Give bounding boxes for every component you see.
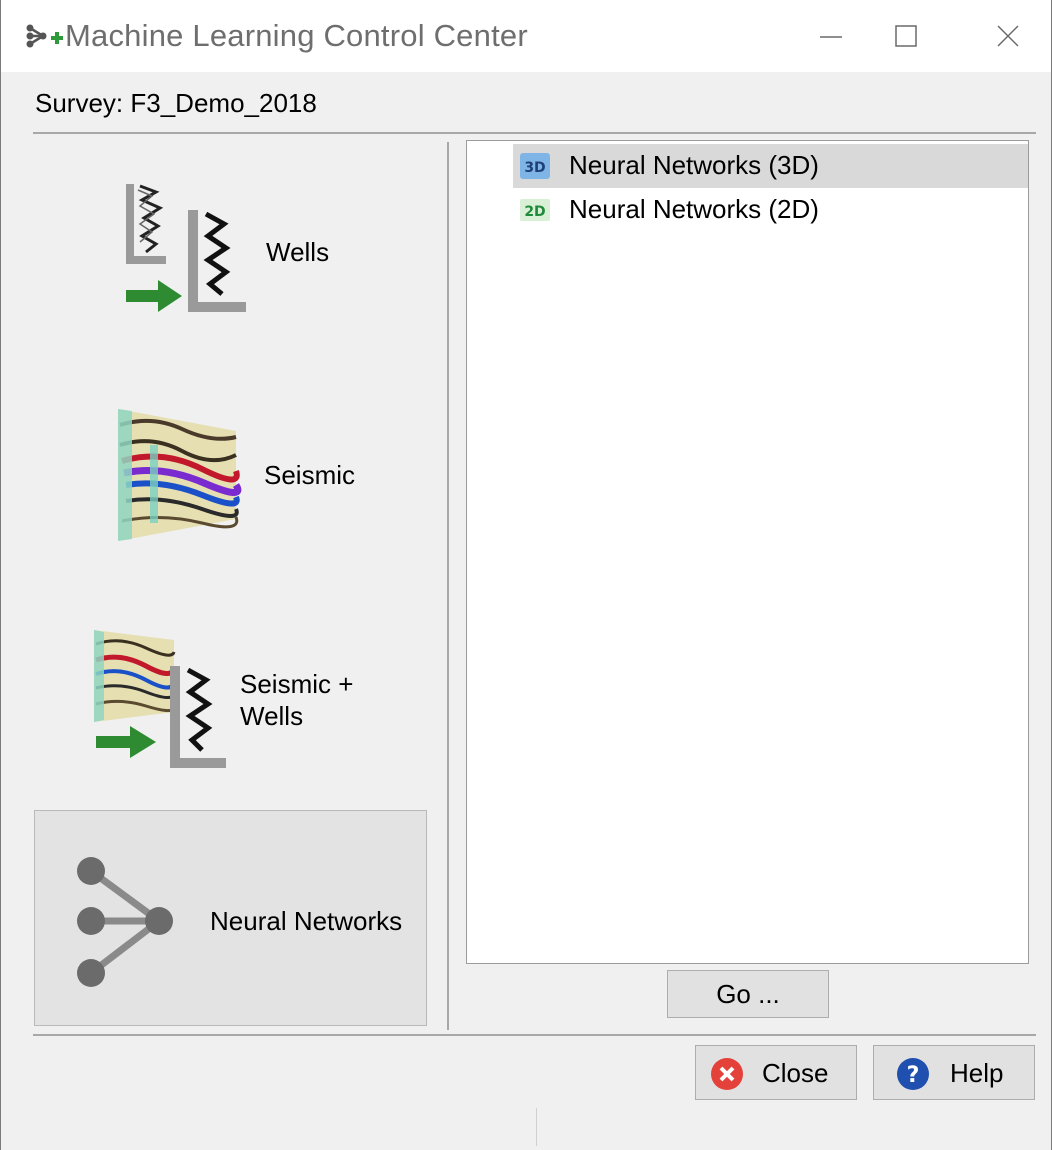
- ml-control-center-window: Machine Learning Control Center Survey: …: [0, 0, 1052, 1150]
- category-seismic-wells[interactable]: Seismic + Wells: [34, 620, 427, 780]
- category-seismic-wells-label-line1: Seismic +: [240, 669, 354, 699]
- panel-divider: [447, 142, 449, 1030]
- maximize-icon[interactable]: [886, 16, 926, 56]
- category-wells[interactable]: Wells: [34, 148, 427, 348]
- category-neural-networks[interactable]: Neural Networks: [34, 810, 427, 1026]
- list-item-label: Neural Networks (3D): [569, 150, 819, 180]
- window-title: Machine Learning Control Center: [65, 18, 528, 53]
- bottom-divider: [33, 1034, 1036, 1036]
- list-item-label: Neural Networks (2D): [569, 194, 819, 224]
- category-seismic-wells-label-line2: Wells: [240, 701, 304, 731]
- category-neural-networks-label: Neural Networks: [210, 906, 403, 936]
- status-bar-separator: [536, 1108, 537, 1146]
- svg-text:2D: 2D: [524, 204, 545, 220]
- svg-text:3D: 3D: [524, 160, 545, 176]
- close-circle-icon: [711, 1058, 743, 1090]
- top-divider: [33, 132, 1036, 134]
- minimize-icon[interactable]: [811, 16, 851, 56]
- category-wells-label: Wells: [266, 237, 330, 267]
- survey-label: Survey: F3_Demo_2018: [35, 88, 317, 118]
- svg-text:?: ?: [907, 1063, 920, 1088]
- category-seismic-label: Seismic: [264, 460, 356, 490]
- close-button[interactable]: Close: [695, 1045, 857, 1100]
- go-button[interactable]: Go ...: [667, 970, 829, 1018]
- network-plus-icon: [26, 24, 63, 48]
- list-item-nn-2d[interactable]: 2D Neural Networks (2D): [513, 188, 1028, 232]
- window-close-icon[interactable]: [988, 16, 1028, 56]
- title-bar: Machine Learning Control Center: [1, 0, 1051, 72]
- wells-icon: [126, 184, 246, 312]
- close-button-label: Close: [762, 1058, 829, 1088]
- method-list[interactable]: 3D Neural Networks (3D) 2D Neural Networ…: [466, 140, 1029, 964]
- 2d-icon: 2D: [520, 199, 550, 221]
- help-button-label: Help: [950, 1058, 1004, 1088]
- help-icon: ?: [897, 1058, 929, 1090]
- seismic-icon: [118, 409, 242, 541]
- list-item-nn-3d[interactable]: 3D Neural Networks (3D): [513, 144, 1028, 188]
- 3d-icon: 3D: [520, 153, 550, 179]
- category-seismic[interactable]: Seismic: [34, 395, 427, 555]
- seismic-wells-icon: [94, 630, 226, 768]
- neural-network-icon: [77, 857, 173, 987]
- help-button[interactable]: ? Help: [873, 1045, 1035, 1100]
